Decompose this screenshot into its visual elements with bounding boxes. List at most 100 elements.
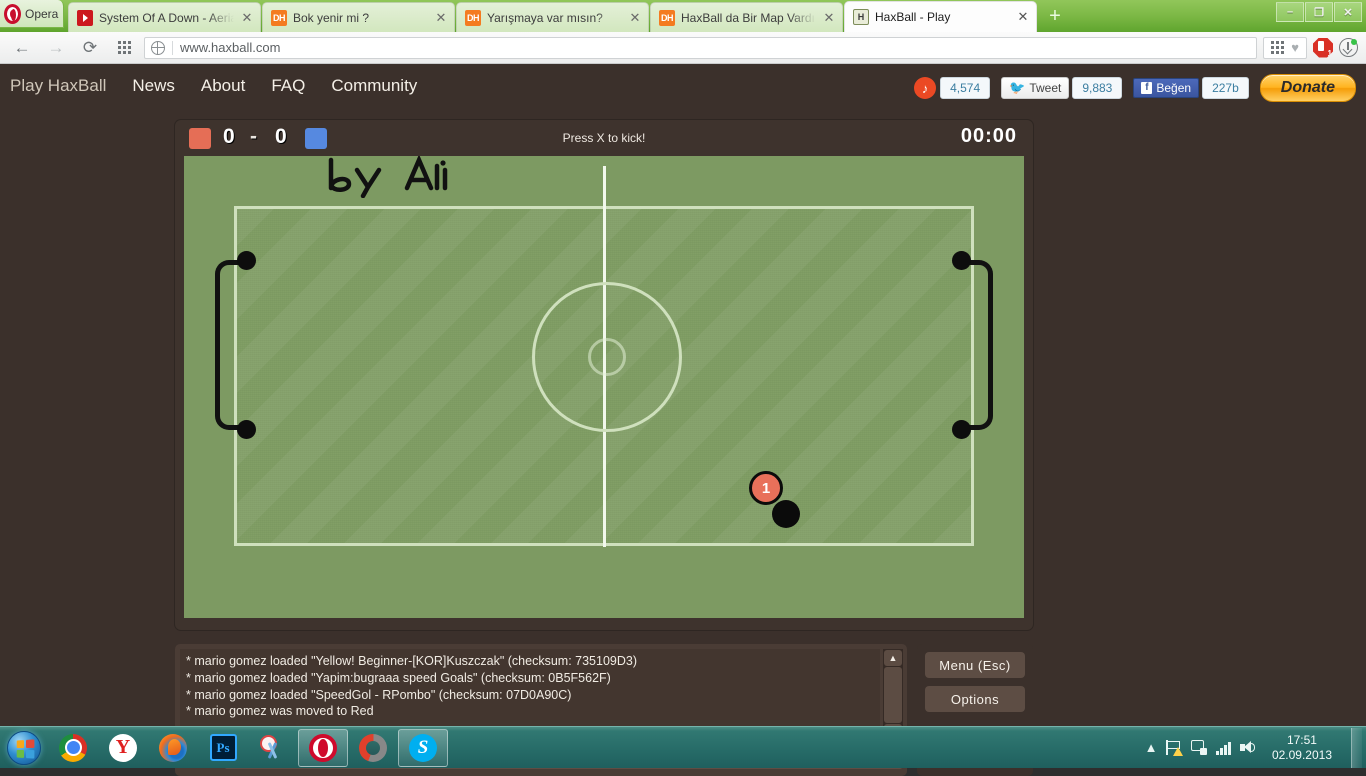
tab-title: System Of A Down - Aerials [99,10,234,25]
clock-time: 17:51 [1286,732,1317,747]
network-signal-icon[interactable] [1216,741,1231,755]
url-input[interactable]: www.haxball.com [144,36,1258,59]
browser-window: Opera System Of A Down - Aerials ✕ DH Bo… [0,0,1366,776]
donanimhaber-icon: DH [271,9,287,26]
tweet-label: Tweet [1029,81,1062,95]
tab-close-icon[interactable]: ✕ [822,10,836,26]
match-timer: 00:00 [960,125,1017,147]
facebook-like-button[interactable]: f Beğen [1133,78,1200,98]
start-button[interactable] [0,728,48,768]
taskbar-item-utorrent[interactable] [348,728,398,768]
donanimhaber-icon: DH [659,9,675,26]
taskbar-item-snipping-tool[interactable] [248,728,298,768]
game-field[interactable]: 1 [184,156,1024,618]
twitter-count: 9,883 [1072,77,1123,99]
action-center-flag-icon[interactable] [1166,740,1184,756]
heart-icon[interactable]: ♥ [1291,40,1299,55]
tab-0[interactable]: System Of A Down - Aerials ✕ [68,2,261,32]
donate-button[interactable]: Donate [1259,74,1356,102]
nav-about[interactable]: About [201,76,245,96]
right-goal [952,251,993,439]
facebook-widget[interactable]: f Beğen 227b [1133,77,1249,99]
twitter-widget[interactable]: 🐦 Tweet 9,883 [1001,77,1123,99]
haxball-icon: H [853,9,869,25]
field-watermark [328,156,448,198]
taskbar-item-firefox[interactable] [148,728,198,768]
facebook-label: Beğen [1156,81,1192,95]
tweet-button[interactable]: 🐦 Tweet [1001,77,1070,99]
nav-play-haxball[interactable]: Play HaxBall [10,76,106,96]
address-bar: ← → ⟳ www.haxball.com ♥ 1 [0,32,1366,64]
tab-2[interactable]: DH Yarışmaya var mısın? ✕ [456,2,649,32]
ball-disc[interactable] [772,500,800,528]
opera-menu-button[interactable]: Opera [0,0,64,28]
nav-community[interactable]: Community [331,76,417,96]
maximize-button[interactable]: ❐ [1305,2,1333,22]
bookmark-tools[interactable]: ♥ [1263,36,1307,59]
apps-grid-icon[interactable] [1271,41,1285,54]
scroll-up-icon[interactable]: ▲ [884,650,902,666]
tab-3[interactable]: DH HaxBall da Bir Map Vardı Y ✕ [650,2,843,32]
options-button[interactable]: Options [925,686,1025,712]
chat-log-line: * mario gomez loaded "SpeedGol - RPombo"… [186,687,572,702]
stumbleupon-icon: ♪ [914,77,937,99]
network-devices-icon[interactable] [1191,740,1208,755]
url-text: www.haxball.com [180,40,281,55]
clock-date: 02.09.2013 [1271,747,1332,762]
forward-button[interactable]: → [42,35,70,61]
url-divider [172,40,173,55]
scrollbar-thumb[interactable] [884,667,902,723]
speed-dial-icon[interactable] [110,35,138,61]
reload-button[interactable]: ⟳ [76,35,104,61]
skype-icon: S [409,733,437,762]
opera-icon [309,733,337,762]
volume-icon[interactable] [1239,740,1257,755]
taskbar-item-photoshop[interactable]: Ps [198,728,248,768]
stumbleupon-widget[interactable]: ♪ 4,574 [914,77,991,99]
tab-close-icon[interactable]: ✕ [628,10,642,26]
tab-4-active[interactable]: H HaxBall - Play ✕ [844,1,1037,32]
tray-expand-icon[interactable]: ▲ [1145,740,1158,755]
goal-post-bottom [952,420,971,439]
scoreboard: 0 - 0 Press X to kick! 00:00 [175,120,1033,156]
globe-icon [151,40,165,55]
player-disc-red[interactable]: 1 [749,471,783,505]
menu-button[interactable]: Menu (Esc) [925,652,1025,678]
opera-menu-label: Opera [25,6,59,21]
minimize-icon: – [1286,6,1294,18]
windows-logo-icon [16,738,35,759]
new-tab-button[interactable]: + [1046,6,1064,26]
stumbleupon-count: 4,574 [940,77,991,99]
opera-logo-icon [4,3,21,24]
tab-close-icon[interactable]: ✕ [434,10,448,26]
close-button[interactable]: ✕ [1334,2,1362,22]
adblock-icon[interactable]: 1 [1313,37,1333,58]
nav-news[interactable]: News [132,76,175,96]
nav-faq[interactable]: FAQ [271,76,305,96]
tab-close-icon[interactable]: ✕ [1016,9,1030,25]
taskbar-item-skype[interactable]: S [398,728,448,767]
close-icon: ✕ [1343,6,1353,19]
chat-log-line: * mario gomez loaded "Yapim:bugraaa spee… [186,670,611,685]
show-desktop-button[interactable] [1351,727,1362,768]
kick-hint: Press X to kick! [562,131,646,145]
adblock-count: 1 [1327,48,1332,58]
back-button[interactable]: ← [8,35,36,61]
left-goal-net [215,260,249,430]
left-goal [215,251,256,439]
tab-close-icon[interactable]: ✕ [240,10,254,26]
right-goal-net [959,260,993,430]
windows-start-orb-icon [7,730,41,765]
social-buttons: ♪ 4,574 🐦 Tweet 9,883 f Beğen 227b Donat… [914,74,1356,102]
goal-post-top [237,251,256,270]
utorrent-icon [359,733,387,762]
taskbar-item-opera[interactable] [298,728,348,767]
download-icon[interactable] [1339,38,1358,57]
goal-post-top [952,251,971,270]
windows-taskbar: Y Ps S ▲ 17:51 02.09.2013 [0,726,1366,768]
minimize-button[interactable]: – [1276,2,1304,22]
taskbar-item-yandex[interactable]: Y [98,728,148,768]
taskbar-item-chrome[interactable] [48,728,98,768]
tab-1[interactable]: DH Bok yenir mi ? ✕ [262,2,455,32]
clock[interactable]: 17:51 02.09.2013 [1266,733,1338,763]
